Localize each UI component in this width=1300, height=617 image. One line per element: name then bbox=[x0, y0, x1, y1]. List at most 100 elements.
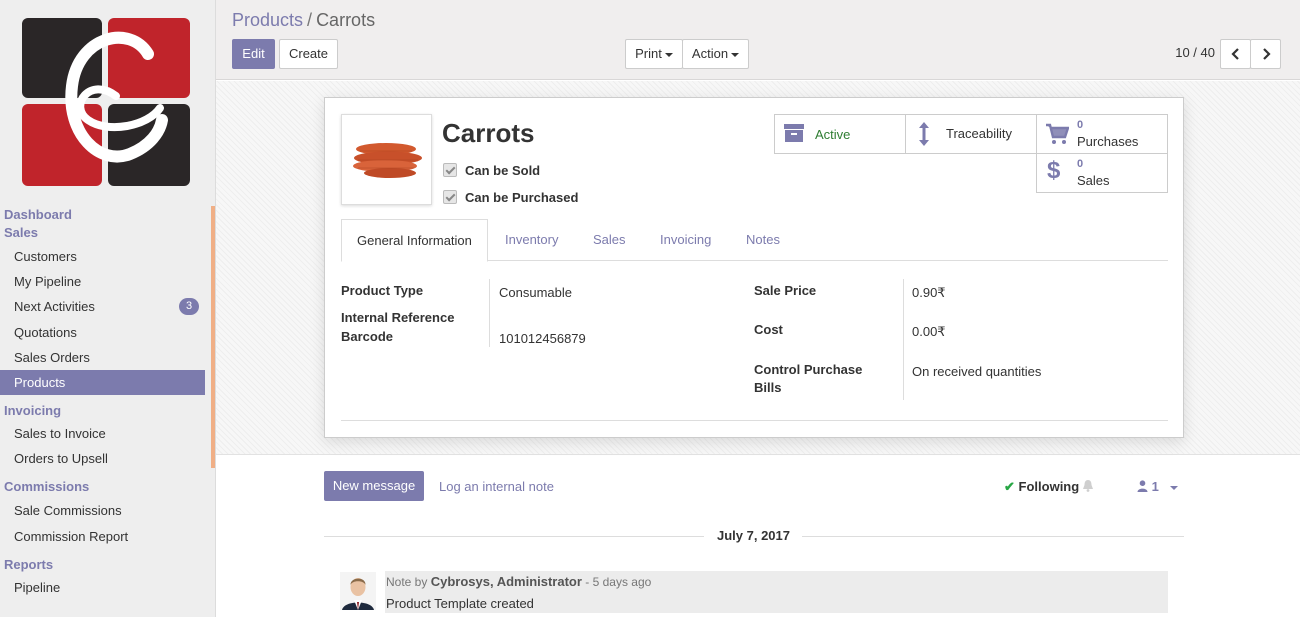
sidebar-item-sales-orders[interactable]: Sales Orders bbox=[0, 345, 205, 370]
shopping-cart-icon bbox=[1046, 123, 1069, 144]
form-tabs: General Information Inventory Sales Invo… bbox=[341, 219, 1168, 262]
pager-previous-button[interactable] bbox=[1220, 39, 1251, 69]
menu-invoicing[interactable]: Invoicing bbox=[0, 400, 205, 421]
can-be-purchased-row: Can be Purchased bbox=[443, 190, 578, 205]
chevron-down-icon bbox=[1170, 485, 1179, 490]
tab-sales[interactable]: Sales bbox=[578, 219, 641, 261]
log-internal-note-link[interactable]: Log an internal note bbox=[439, 479, 554, 494]
new-message-button[interactable]: New message bbox=[324, 471, 424, 501]
pager-value[interactable]: 10 / 40 bbox=[1175, 45, 1215, 60]
sidebar-item-orders-to-upsell[interactable]: Orders to Upsell bbox=[0, 446, 205, 471]
archive-icon bbox=[784, 124, 804, 142]
sales-button[interactable]: $ 0 Sales bbox=[1036, 153, 1168, 193]
menu-commissions[interactable]: Commissions bbox=[0, 476, 205, 497]
date-separator-line bbox=[802, 536, 1184, 537]
active-label: Active bbox=[815, 127, 851, 142]
pager-next-button[interactable] bbox=[1250, 39, 1281, 69]
sidebar-item-products[interactable]: Products bbox=[0, 370, 205, 395]
message-prefix: Note by bbox=[386, 575, 428, 589]
sidebar-item-sales-to-invoice[interactable]: Sales to Invoice bbox=[0, 421, 205, 446]
product-image[interactable] bbox=[341, 114, 432, 205]
cost-value[interactable]: 0.00₹ bbox=[912, 324, 946, 340]
can-be-sold-row: Can be Sold bbox=[443, 163, 540, 178]
sidebar-menu: Dashboard Sales Customers My Pipeline Ne… bbox=[0, 206, 205, 600]
user-icon bbox=[1137, 480, 1148, 492]
date-label: July 7, 2017 bbox=[717, 528, 790, 543]
tab-notes[interactable]: Notes bbox=[731, 219, 795, 261]
sidebar-item-label: Next Activities bbox=[14, 299, 95, 314]
following-button[interactable]: ✔ Following bbox=[1004, 479, 1079, 495]
sidebar-item-next-activities[interactable]: Next Activities 3 bbox=[0, 294, 205, 319]
can-be-sold-checkbox[interactable] bbox=[443, 163, 457, 177]
carrots-image bbox=[353, 143, 422, 178]
activities-count-badge: 3 bbox=[179, 298, 199, 315]
sales-count: 0 bbox=[1077, 158, 1084, 170]
barcode-label: Barcode bbox=[341, 329, 394, 344]
date-separator-line bbox=[324, 536, 704, 537]
edit-button[interactable]: Edit bbox=[232, 39, 275, 69]
author-avatar[interactable] bbox=[340, 572, 376, 610]
check-icon: ✔ bbox=[1004, 479, 1015, 494]
action-label: Action bbox=[691, 46, 729, 61]
product-name: Carrots bbox=[442, 118, 535, 148]
sidebar-item-my-pipeline[interactable]: My Pipeline bbox=[0, 269, 205, 294]
product-form-sheet: Carrots Can be Sold Can be Purchased Act… bbox=[324, 97, 1184, 438]
dollar-icon: $ bbox=[1047, 157, 1061, 184]
followers-dropdown[interactable]: 1 bbox=[1137, 479, 1179, 494]
breadcrumb-separator: / bbox=[307, 10, 313, 30]
message-meta: Note by Cybrosys, Administrator - 5 days… bbox=[386, 574, 651, 589]
can-be-purchased-label: Can be Purchased bbox=[465, 190, 579, 205]
following-label: Following bbox=[1018, 479, 1080, 494]
tab-inventory[interactable]: Inventory bbox=[490, 219, 573, 261]
tab-general-information[interactable]: General Information bbox=[341, 219, 488, 262]
breadcrumb-products-link[interactable]: Products bbox=[232, 10, 303, 30]
sidebar-item-quotations[interactable]: Quotations bbox=[0, 320, 205, 345]
sidebar-scrollbar[interactable] bbox=[211, 206, 215, 468]
menu-reports[interactable]: Reports bbox=[0, 554, 205, 575]
company-logo[interactable] bbox=[20, 16, 192, 188]
control-panel: Products / Carrots Edit Create Print Actio… bbox=[216, 0, 1300, 80]
chevron-down-icon bbox=[731, 52, 740, 57]
product-type-label: Product Type bbox=[341, 283, 424, 298]
print-dropdown[interactable]: Print bbox=[625, 39, 683, 69]
purchases-label: Purchases bbox=[1077, 134, 1139, 149]
chevron-down-icon bbox=[664, 52, 673, 57]
product-type-value[interactable]: Consumable bbox=[499, 285, 572, 300]
sidebar: Dashboard Sales Customers My Pipeline Ne… bbox=[0, 0, 216, 617]
form-bottom-separator bbox=[341, 420, 1168, 421]
action-dropdown[interactable]: Action bbox=[682, 39, 749, 69]
create-button[interactable]: Create bbox=[279, 39, 338, 69]
purchases-count: 0 bbox=[1077, 119, 1084, 131]
tab-invoicing[interactable]: Invoicing bbox=[645, 219, 726, 261]
internal-reference-label: Internal Reference bbox=[341, 310, 455, 325]
followers-count: 1 bbox=[1151, 479, 1159, 494]
sales-label: Sales bbox=[1077, 173, 1110, 188]
message-author[interactable]: Cybrosys, Administrator bbox=[431, 574, 582, 589]
field-divider-left bbox=[489, 279, 490, 347]
cost-label: Cost bbox=[754, 322, 783, 337]
breadcrumb-current: Carrots bbox=[316, 10, 376, 30]
control-purchase-bills-label-line2: Bills bbox=[754, 380, 782, 395]
sidebar-item-customers[interactable]: Customers bbox=[0, 244, 205, 269]
sale-price-value[interactable]: 0.90₹ bbox=[912, 285, 946, 301]
purchases-button[interactable]: 0 Purchases bbox=[1036, 114, 1168, 154]
chevron-right-icon bbox=[1262, 48, 1271, 60]
menu-sales[interactable]: Sales bbox=[0, 224, 205, 242]
sidebar-item-pipeline[interactable]: Pipeline bbox=[0, 575, 205, 600]
sidebar-item-commission-report[interactable]: Commission Report bbox=[0, 524, 205, 549]
menu-dashboard[interactable]: Dashboard bbox=[0, 206, 205, 224]
sidebar-item-sale-commissions[interactable]: Sale Commissions bbox=[0, 498, 205, 523]
message-body: Product Template created bbox=[386, 596, 534, 611]
traceability-button[interactable]: Traceability bbox=[905, 114, 1037, 154]
arrows-vertical-icon bbox=[919, 122, 929, 146]
active-toggle-button[interactable]: Active bbox=[774, 114, 906, 154]
can-be-purchased-checkbox[interactable] bbox=[443, 190, 457, 204]
breadcrumb: Products / Carrots bbox=[232, 10, 375, 31]
control-purchase-bills-value[interactable]: On received quantities bbox=[912, 364, 1041, 379]
can-be-sold-label: Can be Sold bbox=[465, 163, 541, 178]
bell-icon[interactable] bbox=[1082, 479, 1094, 492]
message-time: - 5 days ago bbox=[585, 575, 652, 589]
barcode-value[interactable]: 101012456879 bbox=[499, 331, 586, 346]
chevron-left-icon bbox=[1230, 48, 1239, 60]
sale-price-label: Sale Price bbox=[754, 283, 817, 298]
